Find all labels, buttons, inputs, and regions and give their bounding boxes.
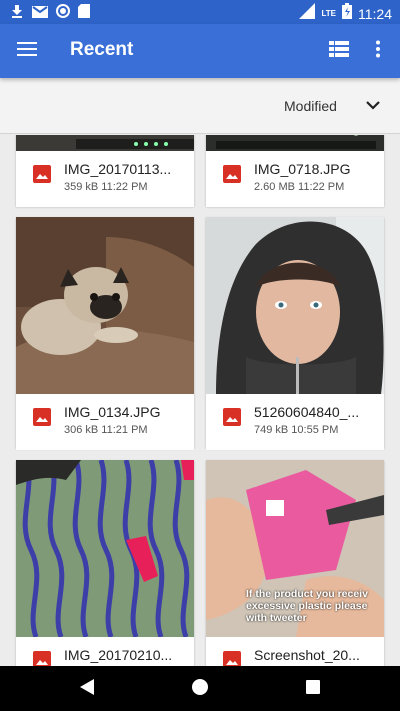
sync-icon [56,4,70,23]
network-type: LTE [321,9,336,18]
gmail-icon [32,5,48,23]
file-card[interactable]: If the product you receiv excessive plas… [206,460,384,666]
thumbnail-caption: If the product you receiv excessive plas… [246,588,384,624]
sort-bar: Modified [0,78,400,134]
image-file-icon [33,165,51,183]
file-thumbnail [206,217,384,394]
home-button[interactable] [183,672,217,706]
file-card[interactable]: IMG_20170210... [16,460,194,666]
file-info: IMG_0134.JPG 306 kB 11:21 PM [16,394,194,450]
signal-icon [299,3,316,24]
image-file-icon [223,651,241,666]
file-meta: 749 kB 10:55 PM [254,424,339,436]
more-vert-icon [375,40,381,63]
file-meta: 2.60 MB 11:22 PM [254,181,345,193]
file-meta: 359 kB 11:22 PM [64,181,148,193]
home-icon [191,678,209,701]
status-bar: LTE 11:24 [0,0,400,24]
list-view-icon [329,40,349,62]
file-thumbnail [16,460,194,637]
more-options-button[interactable] [360,32,396,70]
sd-card-icon [78,4,90,23]
navigation-bar [0,666,400,711]
file-meta: 306 kB 11:21 PM [64,424,148,436]
file-thumbnail [16,217,194,394]
file-info: 51260604840_... 749 kB 10:55 PM [206,394,384,450]
file-info: Screenshot_20... [206,637,384,666]
page-title: Recent [70,39,134,60]
menu-icon [17,41,37,62]
file-name: IMG_20170210... [64,647,173,663]
image-file-icon [33,408,51,426]
file-card[interactable]: IMG_0718.JPG 2.60 MB 11:22 PM [206,135,384,207]
file-grid: IMG_20170113... 359 kB 11:22 PM IMG_0718… [0,135,400,666]
file-name: IMG_0134.JPG [64,404,161,420]
image-file-icon [223,165,241,183]
image-file-icon [223,408,241,426]
file-thumbnail: If the product you receiv excessive plas… [206,460,384,637]
sort-dropdown[interactable]: Modified [270,88,390,124]
file-thumbnail [16,135,194,151]
image-file-icon [33,651,51,666]
recents-button[interactable] [296,672,330,706]
menu-button[interactable] [8,32,46,70]
app-bar: Recent [0,24,400,78]
file-name: 51260604840_... [254,404,360,420]
recents-icon [305,679,321,700]
file-name: Screenshot_20... [254,647,360,663]
file-card[interactable]: IMG_20170113... 359 kB 11:22 PM [16,135,194,207]
download-icon [10,4,24,23]
battery-charging-icon [342,3,352,24]
file-name: IMG_20170113... [64,161,172,177]
back-icon [79,678,95,701]
file-card[interactable]: 51260604840_... 749 kB 10:55 PM [206,217,384,450]
sort-label: Modified [284,98,337,114]
file-info: IMG_20170113... 359 kB 11:22 PM [16,151,194,207]
caption-line: excessive plastic please [246,600,368,612]
file-info: IMG_20170210... [16,637,194,666]
back-button[interactable] [70,672,104,706]
file-name: IMG_0718.JPG [254,161,351,177]
chevron-down-icon [366,98,380,116]
file-info: IMG_0718.JPG 2.60 MB 11:22 PM [206,151,384,207]
list-view-button[interactable] [320,32,358,70]
file-card[interactable]: IMG_0134.JPG 306 kB 11:21 PM [16,217,194,450]
clock: 11:24 [358,5,392,22]
caption-line: If the product you receiv [246,588,368,600]
caption-line: with tweeter [246,612,307,624]
file-thumbnail [206,135,384,151]
